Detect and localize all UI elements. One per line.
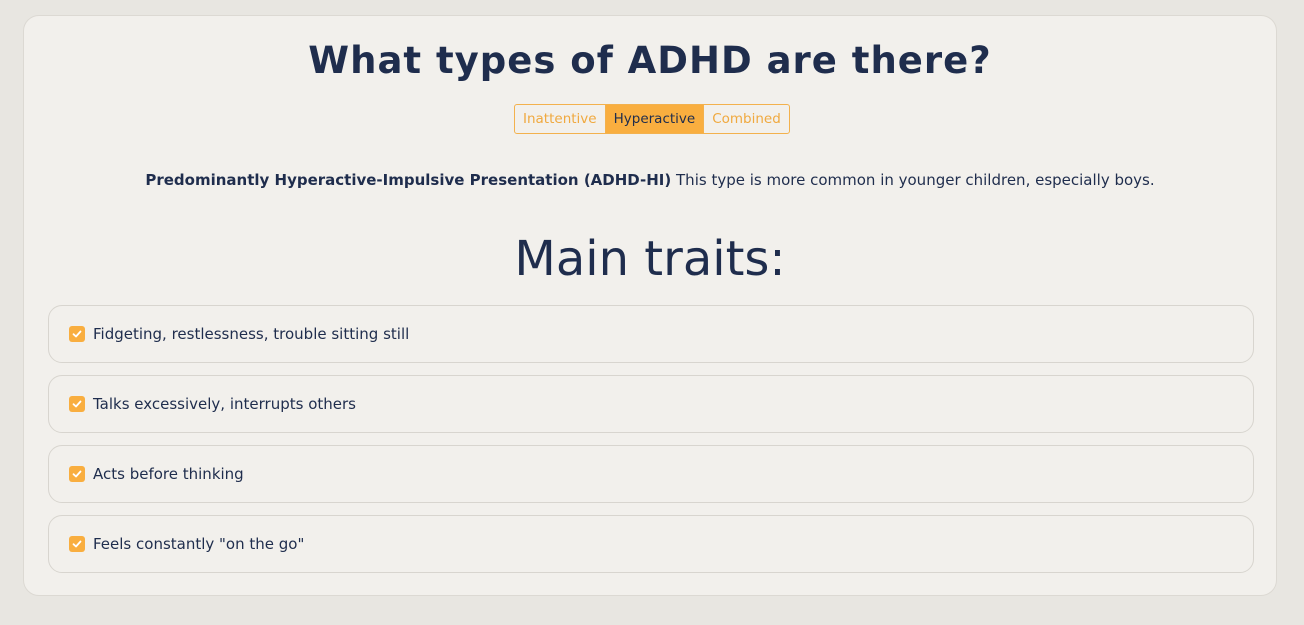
tab-combined[interactable]: Combined bbox=[703, 105, 789, 133]
checkbox-checked-icon[interactable] bbox=[69, 466, 85, 482]
checkbox-checked-icon[interactable] bbox=[69, 396, 85, 412]
checkbox-checked-icon[interactable] bbox=[69, 536, 85, 552]
type-name: Predominantly Hyperactive-Impulsive Pres… bbox=[145, 171, 672, 189]
page-title: What types of ADHD are there? bbox=[308, 39, 992, 82]
trait-item: Acts before thinking bbox=[48, 445, 1254, 503]
trait-label: Feels constantly "on the go" bbox=[93, 535, 305, 553]
main-traits-heading: Main traits: bbox=[514, 231, 786, 287]
type-description: Predominantly Hyperactive-Impulsive Pres… bbox=[24, 169, 1276, 191]
adhd-types-card: What types of ADHD are there? Inattentiv… bbox=[23, 15, 1277, 596]
tab-inattentive[interactable]: Inattentive bbox=[515, 105, 605, 133]
traits-list: Fidgeting, restlessness, trouble sitting… bbox=[48, 305, 1254, 585]
trait-label: Talks excessively, interrupts others bbox=[93, 395, 356, 413]
trait-label: Fidgeting, restlessness, trouble sitting… bbox=[93, 325, 410, 343]
tab-hyperactive[interactable]: Hyperactive bbox=[604, 105, 704, 133]
type-tabs: Inattentive Hyperactive Combined bbox=[514, 104, 790, 134]
type-description-text: This type is more common in younger chil… bbox=[671, 171, 1155, 189]
trait-item: Feels constantly "on the go" bbox=[48, 515, 1254, 573]
trait-item: Talks excessively, interrupts others bbox=[48, 375, 1254, 433]
trait-label: Acts before thinking bbox=[93, 465, 244, 483]
trait-item: Fidgeting, restlessness, trouble sitting… bbox=[48, 305, 1254, 363]
checkbox-checked-icon[interactable] bbox=[69, 326, 85, 342]
